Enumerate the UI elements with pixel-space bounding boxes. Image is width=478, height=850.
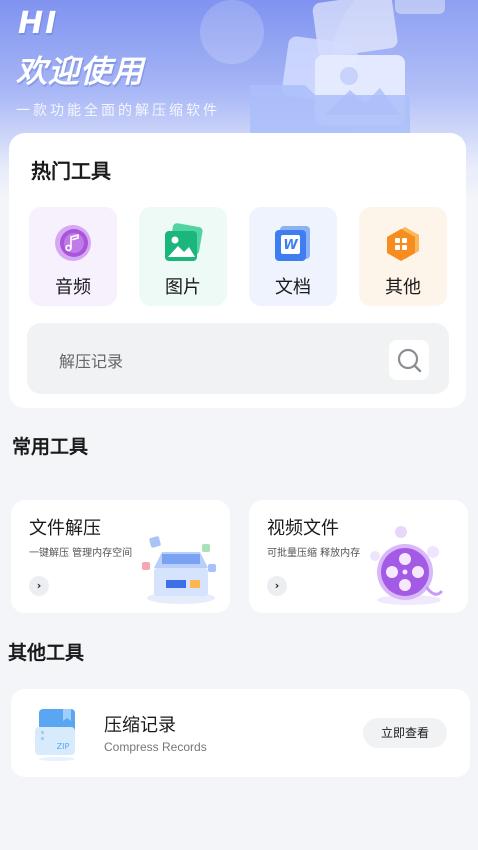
box-unpack-icon [142,536,216,604]
record-subtitle: Compress Records [104,740,207,754]
decompress-record-search[interactable]: 解压记录 [27,323,449,394]
app-grid-icon [387,227,419,261]
svg-text:ZIP: ZIP [57,742,70,751]
welcome-title: 欢迎使用 [16,54,144,90]
tool-tile-document[interactable]: W 文档 [249,207,337,306]
folder-images-illustration-icon [250,0,445,150]
view-now-button[interactable]: 立即查看 [363,718,447,748]
hot-tools-card: 热门工具 音频 图片 W 文档 其他 解压记录 [9,133,466,408]
tool-card-title: 文件解压 [29,518,101,539]
search-label: 解压记录 [59,352,124,371]
chevron-right-icon[interactable]: › [267,576,287,596]
common-tools-title: 常用工具 [12,436,89,458]
other-tools-title: 其他工具 [8,642,85,664]
film-reel-icon [370,526,443,605]
chevron-right-icon[interactable]: › [29,576,49,596]
zip-file-icon: ZIP [35,709,75,761]
tool-tile-label: 文档 [275,277,311,298]
tool-card-title: 视频文件 [267,518,339,539]
hot-tools-title: 热门工具 [31,159,111,183]
tool-card-desc: 可批量压缩 释放内存 [267,548,361,559]
tool-tile-audio[interactable]: 音频 [29,207,117,306]
tool-tile-label: 其他 [385,277,421,298]
record-title: 压缩记录 [104,715,176,736]
greeting-text: HI [18,6,59,41]
tool-tile-other[interactable]: 其他 [359,207,447,306]
tool-card-video-files[interactable]: 视频文件 可批量压缩 释放内存 › [249,500,468,613]
image-icon [165,223,203,261]
tool-tile-label: 图片 [165,277,201,298]
tool-tile-label: 音频 [55,277,91,298]
word-document-icon: W [275,226,310,261]
search-icon [397,348,422,373]
compress-records-card[interactable]: ZIP 压缩记录 Compress Records 立即查看 [11,689,470,777]
svg-text:W: W [283,238,298,253]
search-button[interactable] [389,340,429,380]
tool-tile-image[interactable]: 图片 [139,207,227,306]
music-note-icon [55,225,91,261]
tool-card-desc: 一键解压 管理内存空间 [29,548,133,559]
tool-card-file-decompress[interactable]: 文件解压 一键解压 管理内存空间 › [11,500,230,613]
app-subtitle: 一款功能全面的解压缩软件 [16,103,220,119]
